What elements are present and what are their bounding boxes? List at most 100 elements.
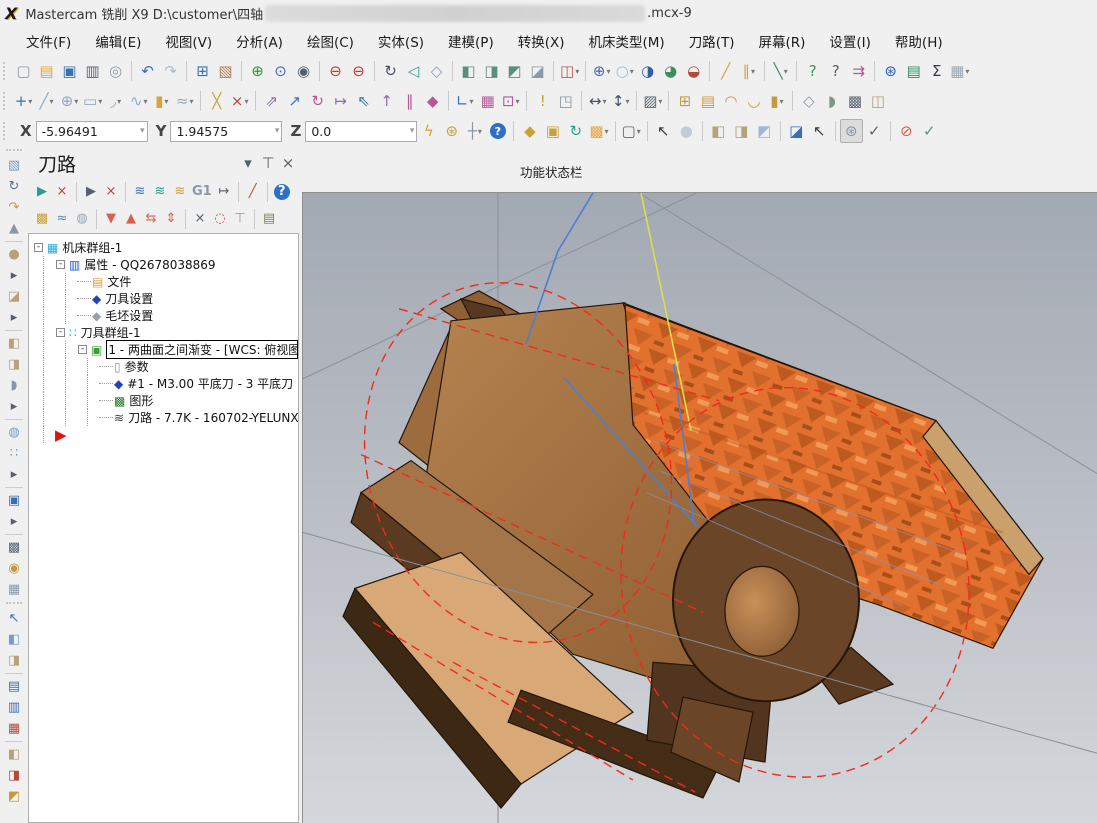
level-rotate-button[interactable]: ↻ (2, 176, 26, 197)
print-preview-button[interactable]: ◎ (104, 59, 127, 83)
books-edit-button[interactable]: ▤ (2, 676, 26, 697)
regen-all-button[interactable]: ≋ (170, 181, 190, 203)
surface-extrude-button[interactable]: ▮▾ (765, 89, 788, 113)
zoom-out-button[interactable]: ⊖ (324, 59, 347, 83)
ok-accept-button[interactable]: ✓ (918, 119, 941, 143)
viewsheet-button[interactable]: ◇ (425, 59, 448, 83)
solid-box-b-button[interactable]: ◨ (2, 354, 26, 375)
attributes-2d3d-button[interactable]: ∥▾ (737, 59, 760, 83)
redo-button[interactable]: ↷ (159, 59, 182, 83)
help-button[interactable]: ? (486, 119, 509, 143)
xform-mirror-button[interactable]: ◆ (421, 89, 444, 113)
interrupt-button[interactable]: ⊘ (895, 119, 918, 143)
select-confirm-button[interactable]: ✓ (863, 119, 886, 143)
simulate-options-button[interactable]: ▤ (259, 208, 279, 230)
flyout-arrow-1-button[interactable]: ▸ (2, 265, 26, 286)
flyout-arrow-5-button[interactable]: ▸ (2, 511, 26, 532)
fit-screen-button[interactable]: ⊞ (191, 59, 214, 83)
zoom-region-strip-button[interactable]: ◉ (2, 558, 26, 579)
y-coordinate-input[interactable] (170, 121, 282, 142)
display-boundary-button[interactable]: ◌ (210, 208, 230, 230)
dim-horizontal-button[interactable]: ↔▾ (586, 89, 609, 113)
select-face-button[interactable]: ◨ (730, 119, 753, 143)
panel-close-button[interactable]: × (278, 154, 298, 172)
select-verify-button[interactable]: ↖ (808, 119, 831, 143)
analyze-entity-button[interactable]: ? (801, 59, 824, 83)
create-rectangle-button[interactable]: ▭▾ (81, 89, 104, 113)
gview-right-button[interactable]: ◩ (503, 59, 526, 83)
xform-dynamic-button[interactable]: ⇗ (260, 89, 283, 113)
menu-item-12[interactable]: 设置(I) (817, 26, 883, 56)
solid-fillet-button[interactable]: ◗ (820, 89, 843, 113)
surface-swept-button[interactable]: ◡ (742, 89, 765, 113)
xform-project-button[interactable]: ↦ (329, 89, 352, 113)
new-file-button[interactable]: ▢ (12, 59, 35, 83)
tree-item-11[interactable]: ≋刀路 - 7.7K - 160702-YELUNXIAO.I (33, 409, 298, 426)
box-raise-button[interactable]: ◧ (2, 629, 26, 650)
summary-sigma-button[interactable]: Σ (925, 59, 948, 83)
shade-off-button[interactable]: ◒ (682, 59, 705, 83)
pan-button[interactable]: ◁ (402, 59, 425, 83)
dynamic-rotate-button[interactable]: ↻ (379, 59, 402, 83)
create-line-button[interactable]: ╱▾ (35, 89, 58, 113)
flyout-arrow-4-button[interactable]: ▸ (2, 464, 26, 485)
gview-front-button[interactable]: ◨ (480, 59, 503, 83)
quickmask-window-button[interactable]: ▢▾ (620, 119, 643, 143)
rotate-gview-button[interactable]: ↻ (564, 119, 587, 143)
print-button[interactable]: ▥ (81, 59, 104, 83)
tree-item-2[interactable]: -▥属性 - QQ2678038869 (33, 256, 298, 273)
books-solid-button[interactable]: ▥ (2, 697, 26, 718)
regen-dirty-button[interactable]: ≋ (130, 181, 150, 203)
hatch-button[interactable]: ▨▾ (641, 89, 664, 113)
zoom-window-button[interactable]: ⊕ (246, 59, 269, 83)
box-pin-button[interactable]: ◨ (2, 650, 26, 671)
create-surface-curve-button[interactable]: ≈▾ (173, 89, 196, 113)
note-text-button[interactable]: ! (531, 89, 554, 113)
move-insert-up-button[interactable]: ▲ (121, 208, 141, 230)
xform-rotate-button[interactable]: ↻ (306, 89, 329, 113)
box-axis-button[interactable]: ◧ (2, 744, 26, 765)
xform-scale-button[interactable]: ⇖ (352, 89, 375, 113)
knife-surface-button[interactable]: ◗ (2, 375, 26, 396)
xform-translate-button[interactable]: ↗ (283, 89, 306, 113)
create-arc-button[interactable]: ⊕▾ (58, 89, 81, 113)
lock-operations-button[interactable]: ▩ (32, 208, 52, 230)
settings-gears-button[interactable]: ⊛ (840, 119, 863, 143)
box-red-button[interactable]: ◨ (2, 765, 26, 786)
verify-selected-button[interactable]: ≋ (150, 181, 170, 203)
window-layout-button[interactable]: ▦▾ (948, 59, 971, 83)
menu-item-3[interactable]: 视图(V) (153, 26, 224, 56)
tree-expander[interactable]: - (34, 243, 43, 252)
undo-button[interactable]: ↶ (136, 59, 159, 83)
y-dropdown-arrow-icon[interactable]: ▾ (275, 126, 280, 136)
axes-origin-button[interactable]: ┼▾ (463, 119, 486, 143)
gview-named-button[interactable]: ⊡▾ (499, 89, 522, 113)
tree-item-3[interactable]: ▤文件 (33, 273, 298, 290)
menu-item-7[interactable]: 建模(P) (436, 26, 506, 56)
viewport-3d[interactable] (302, 192, 1097, 823)
create-fillet-button[interactable]: ◞▾ (104, 89, 127, 113)
zoom-selected-button[interactable]: ◉ (292, 59, 315, 83)
planes-sphere-button[interactable]: ○▾ (613, 59, 636, 83)
ghost-operations-button[interactable]: ◍ (72, 208, 92, 230)
menu-item-6[interactable]: 实体(S) (366, 26, 436, 56)
analyze-chain-button[interactable]: ⇉ (847, 59, 870, 83)
menu-item-2[interactable]: 编辑(E) (83, 26, 153, 56)
post-process-button[interactable]: ↦ (214, 181, 234, 203)
extrude-raise-button[interactable]: ◍ (2, 422, 26, 443)
g1-simulate-button[interactable]: G1 (190, 181, 214, 203)
wire-cube-button[interactable]: ▩ (2, 537, 26, 558)
solid-wireframe-button[interactable]: ▩ (843, 89, 866, 113)
solids-sphere-button[interactable]: ● (2, 244, 26, 265)
trim-entities-button[interactable]: ╳ (205, 89, 228, 113)
save-file-button[interactable]: ▣ (58, 59, 81, 83)
move-insert-down-button[interactable]: ▼ (101, 208, 121, 230)
run-addin-button[interactable]: ⊛ (879, 59, 902, 83)
menu-item-10[interactable]: 刀路(T) (677, 26, 747, 56)
tree-item-4[interactable]: ◆刀具设置 (33, 290, 298, 307)
grid-settings-button[interactable]: ▦ (476, 89, 499, 113)
gview-top-button[interactable]: ◧ (457, 59, 480, 83)
leader-note-button[interactable]: ◳ (554, 89, 577, 113)
select-window-button[interactable]: ▣ (541, 119, 564, 143)
surface-net-button[interactable]: ⊞ (673, 89, 696, 113)
